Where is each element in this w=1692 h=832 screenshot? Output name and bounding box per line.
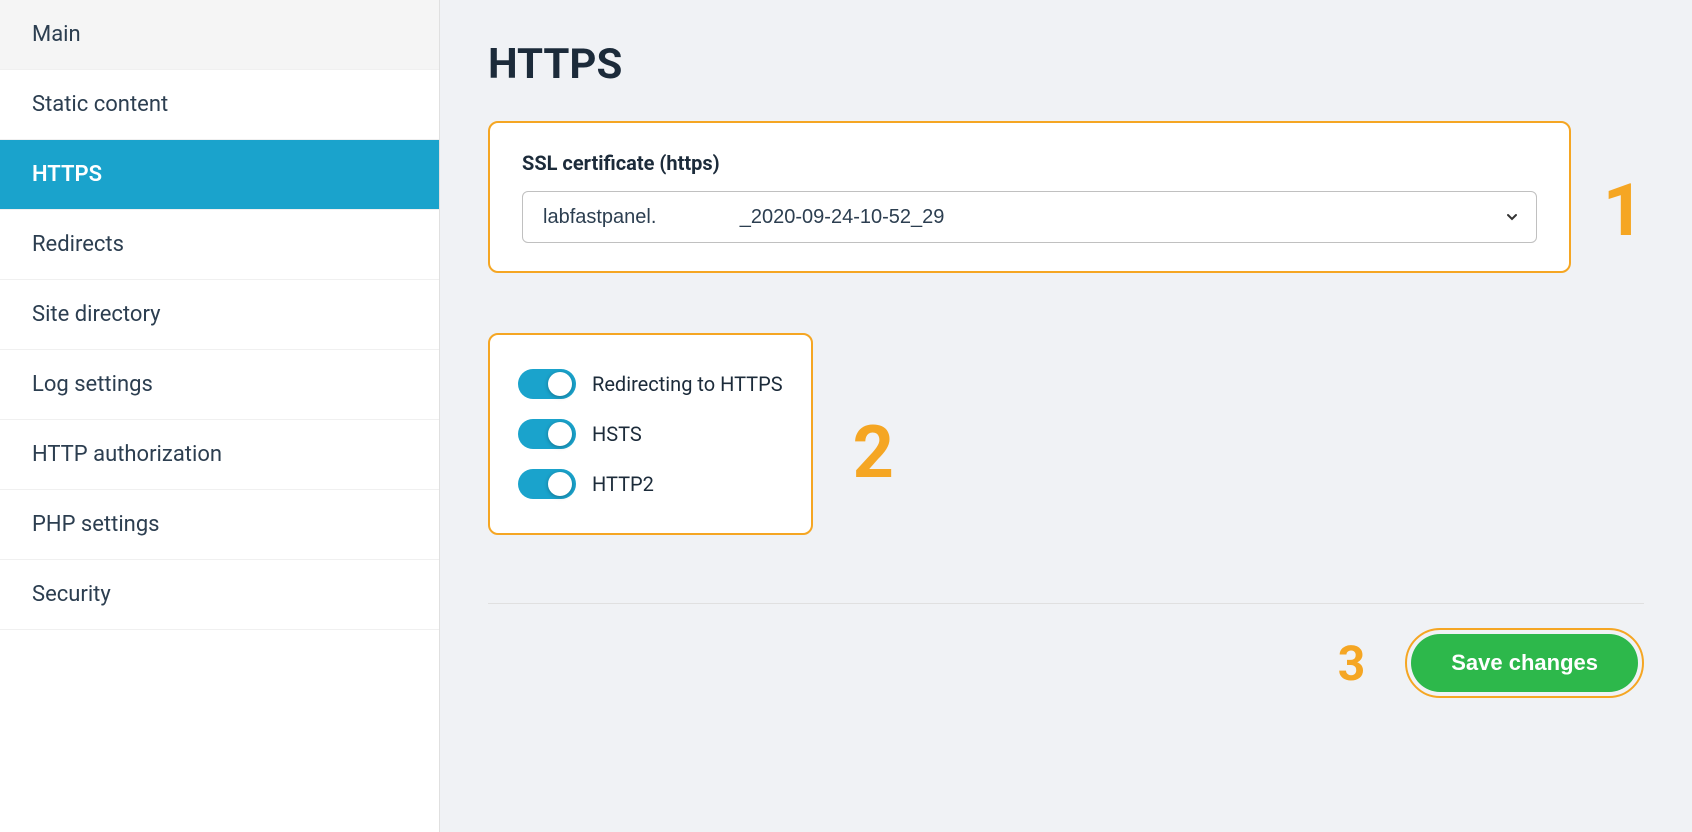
ssl-section-label: SSL certificate (https) <box>522 151 1537 175</box>
sidebar-item-security[interactable]: Security <box>0 560 439 630</box>
sidebar-item-main[interactable]: Main <box>0 0 439 70</box>
section-divider <box>488 603 1644 604</box>
toggle-hsts-row: HSTS <box>518 409 783 459</box>
sidebar-item-https[interactable]: HTTPS <box>0 140 439 210</box>
sidebar-item-label: HTTPS <box>32 162 102 187</box>
sidebar-item-label: PHP settings <box>32 512 160 537</box>
toggle-http2-row: HTTP2 <box>518 459 783 509</box>
toggle-http2-label: HTTP2 <box>592 472 654 496</box>
sidebar-item-label: Static content <box>32 92 168 117</box>
save-changes-button[interactable]: Save changes <box>1411 634 1638 692</box>
toggle-hsts[interactable] <box>518 419 576 449</box>
sidebar-item-redirects[interactable]: Redirects <box>0 210 439 280</box>
sidebar-item-label: HTTP authorization <box>32 442 222 467</box>
save-button-wrapper: Save changes <box>1405 628 1644 698</box>
toggle-redirect-https-label: Redirecting to HTTPS <box>592 372 783 396</box>
toggle-redirect-https-row: Redirecting to HTTPS <box>518 359 783 409</box>
toggles-section: Redirecting to HTTPS HSTS <box>488 333 813 535</box>
toggle-hsts-label: HSTS <box>592 422 642 446</box>
sidebar-item-http-authorization[interactable]: HTTP authorization <box>0 420 439 490</box>
step-3-number: 3 <box>1338 635 1366 692</box>
sidebar: Main Static content HTTPS Redirects Site… <box>0 0 440 832</box>
ssl-certificate-select[interactable]: labfastpanel. _2020-09-24-10-52_29 <box>522 191 1537 243</box>
sidebar-item-label: Site directory <box>32 302 161 327</box>
sidebar-item-label: Security <box>32 582 111 607</box>
sidebar-item-label: Log settings <box>32 372 153 397</box>
sidebar-item-label: Main <box>32 22 81 47</box>
sidebar-item-label: Redirects <box>32 232 124 257</box>
sidebar-item-log-settings[interactable]: Log settings <box>0 350 439 420</box>
step-1-number: 1 <box>1603 175 1644 247</box>
sidebar-item-php-settings[interactable]: PHP settings <box>0 490 439 560</box>
sidebar-item-site-directory[interactable]: Site directory <box>0 280 439 350</box>
main-content: HTTPS SSL certificate (https) labfastpan… <box>440 0 1692 832</box>
save-area: 3 Save changes <box>488 628 1644 698</box>
ssl-certificate-section: SSL certificate (https) labfastpanel. _2… <box>488 121 1571 273</box>
toggle-redirect-https[interactable] <box>518 369 576 399</box>
page-title: HTTPS <box>488 40 1644 89</box>
toggle-http2[interactable] <box>518 469 576 499</box>
step-2-number: 2 <box>853 410 894 495</box>
sidebar-item-static-content[interactable]: Static content <box>0 70 439 140</box>
